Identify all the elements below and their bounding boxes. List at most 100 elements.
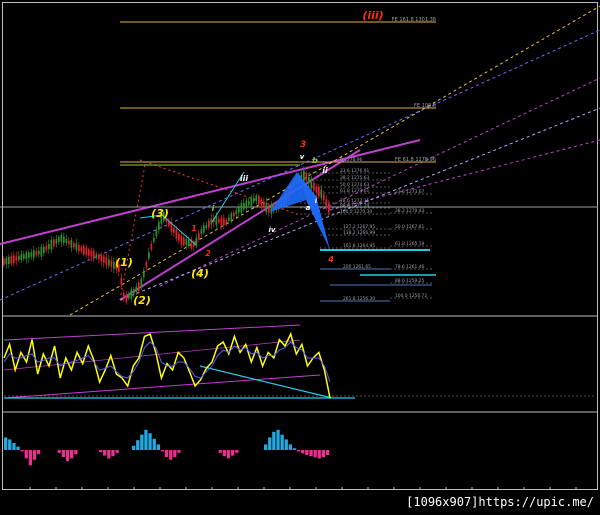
histogram-bar: [321, 450, 325, 458]
candle-body: [225, 219, 228, 224]
candle-body: [260, 199, 263, 206]
candle-body: [28, 252, 30, 258]
candle-body: [15, 256, 18, 261]
candle-body: [173, 227, 175, 233]
candle-body: [230, 213, 233, 221]
candle-body: [73, 243, 75, 248]
candle-body: [100, 255, 103, 262]
fib-label: 38.2 1275.63: [340, 175, 370, 181]
candle-body: [70, 240, 73, 248]
candle-body: [58, 236, 60, 242]
histogram-bar: [156, 444, 160, 450]
fib-label: 78.6 1261.46: [395, 264, 425, 270]
histogram-bar: [144, 429, 148, 450]
candle-body: [158, 221, 160, 231]
wave-label: 4: [327, 255, 334, 264]
candle-body: [308, 176, 310, 184]
candle-body: [268, 207, 270, 213]
histogram-bar: [264, 444, 268, 450]
histogram-bar: [37, 450, 41, 455]
candle-body: [53, 239, 55, 247]
fib-label: 138.2 1266.99: [343, 230, 375, 236]
candle-body: [140, 278, 143, 288]
fib-label: 261.8 1256.30: [343, 296, 375, 302]
histogram-bar: [107, 450, 111, 459]
candle-body: [18, 255, 20, 260]
candle-body: [98, 254, 100, 260]
histogram-bar: [152, 438, 156, 450]
histogram-bar: [222, 450, 226, 457]
wave-label: v: [300, 153, 305, 161]
histogram-bar: [177, 450, 181, 453]
fib-label: 50.0 1274.63: [340, 182, 370, 188]
histogram-bar: [276, 429, 280, 450]
candle-body: [105, 257, 108, 265]
histogram-bar: [317, 450, 321, 459]
histogram-bar: [218, 450, 222, 453]
histogram-bar: [70, 450, 74, 459]
histogram-bar: [115, 450, 119, 453]
footer: [1096x907]https://upic.me/: [0, 490, 600, 515]
candle-body: [10, 255, 13, 264]
wave-label: b: [312, 156, 318, 165]
candle-body: [150, 243, 153, 250]
candle-body: [90, 250, 93, 257]
candle-body: [315, 186, 318, 193]
wave-label: a: [306, 204, 311, 212]
histogram-bar: [111, 450, 115, 457]
wave-label: iii: [240, 174, 248, 183]
candle-body: [215, 216, 218, 226]
candle-body: [78, 244, 80, 252]
chart-background: [0, 0, 600, 515]
histogram-bar: [16, 446, 20, 450]
histogram-bar: [169, 450, 173, 460]
histogram-bar: [57, 450, 61, 453]
histogram-bar: [32, 450, 37, 460]
histogram-bar: [28, 450, 33, 466]
candle-body: [233, 212, 235, 217]
candle-body: [68, 240, 70, 245]
candle-body: [93, 250, 95, 259]
candle-body: [243, 202, 245, 210]
candle-body: [13, 255, 15, 263]
histogram-bar: [235, 450, 239, 453]
fib-label: 88.6 1271.29: [340, 203, 370, 209]
candle-body: [235, 210, 238, 215]
fib-label: FE 100.0: [414, 103, 436, 109]
candle-body: [263, 201, 265, 209]
histogram-bar: [268, 437, 272, 450]
candle-body: [65, 239, 68, 243]
candle-body: [320, 189, 323, 199]
candle-body: [248, 201, 250, 205]
candle-body: [25, 252, 28, 260]
candle-body: [130, 289, 133, 299]
candle-body: [35, 251, 38, 256]
wave-label: (2): [133, 294, 151, 307]
fib-label: 61.8 1273.61: [340, 188, 370, 194]
candle-body: [145, 261, 148, 268]
histogram-bar: [24, 450, 28, 459]
candle-body: [328, 203, 330, 213]
candle-body: [45, 245, 48, 251]
wave-label: (3): [151, 207, 169, 220]
candle-body: [128, 294, 130, 299]
fib-label: FE 61.8 1278.96: [395, 157, 436, 163]
candle-body: [155, 229, 158, 237]
candle-body: [253, 198, 255, 202]
fib-label: 127.2 1267.95: [343, 224, 375, 230]
candle-body: [123, 292, 125, 297]
wave-label: (4): [191, 267, 209, 280]
histogram-bar: [164, 450, 169, 457]
fib-label: 161.8 1264.95: [343, 243, 375, 249]
histogram-bar: [280, 434, 284, 450]
candle-body: [138, 282, 140, 292]
histogram-bar: [272, 431, 276, 450]
histogram-bar: [226, 450, 231, 459]
candle-body: [303, 170, 305, 181]
candle-body: [60, 234, 63, 242]
candle-body: [120, 278, 123, 285]
histogram-bar: [231, 450, 235, 456]
wave-label: 3: [300, 140, 306, 150]
candle-body: [148, 252, 150, 259]
fib-label: 100.0 1256.72: [395, 293, 427, 299]
